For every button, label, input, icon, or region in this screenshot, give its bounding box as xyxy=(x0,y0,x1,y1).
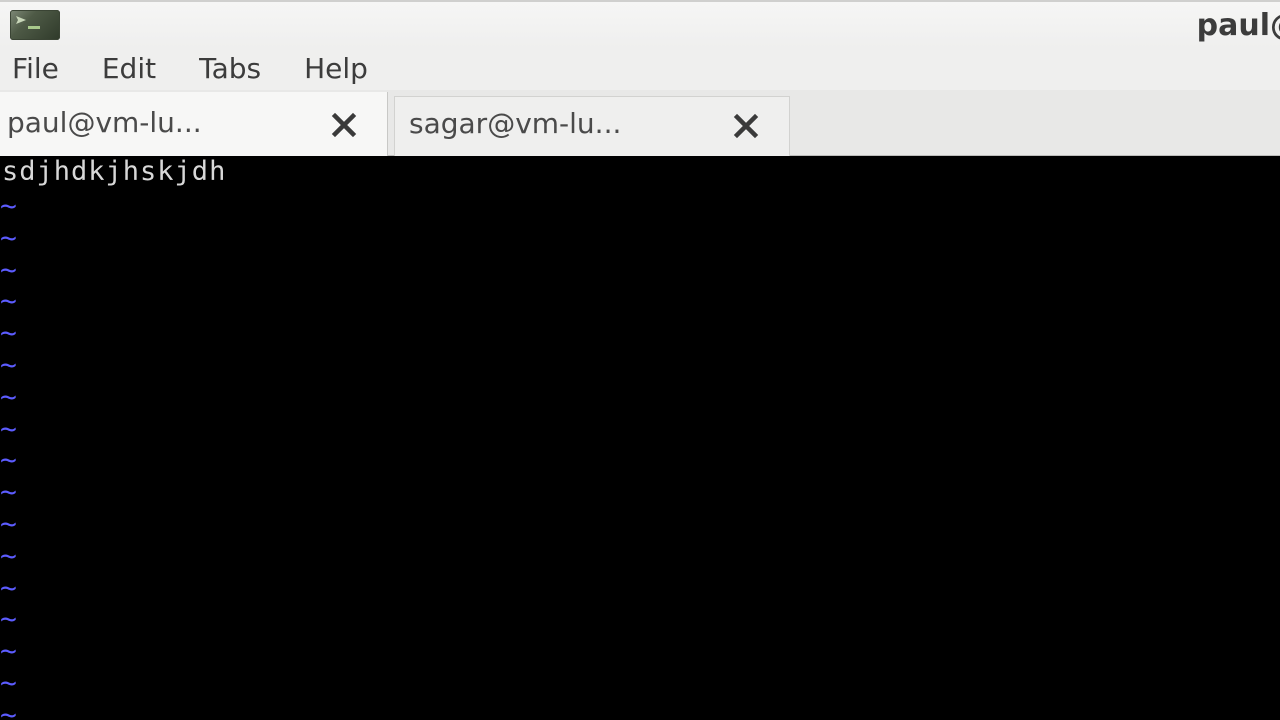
empty-line-marker: ~ xyxy=(0,666,17,699)
tab-label: paul@vm-lu... xyxy=(7,106,202,139)
empty-line-marker: ~ xyxy=(0,570,17,604)
close-icon[interactable] xyxy=(729,109,763,143)
terminal-app-icon xyxy=(10,10,60,40)
empty-line-marker: ~ xyxy=(0,634,17,668)
terminal-window: paul@ File Edit Tabs Help paul@vm-lu... … xyxy=(0,0,1280,720)
tab-paul[interactable]: paul@vm-lu... xyxy=(0,92,388,156)
empty-line-marker: ~ xyxy=(0,252,17,286)
terminal-content[interactable]: sdjhdkjhskjdh ~ ~ ~ ~ ~ ~ ~ ~ ~ ~ ~ ~ ~ ~ ~ ~ ~ xyxy=(0,156,1280,720)
empty-line-marker: ~ xyxy=(0,475,17,509)
menu-file[interactable]: File xyxy=(12,48,59,90)
menu-edit[interactable]: Edit xyxy=(102,48,156,90)
empty-line-marker: ~ xyxy=(0,379,17,413)
tab-label: sagar@vm-lu... xyxy=(409,107,622,140)
menu-help[interactable]: Help xyxy=(304,48,368,90)
empty-line-marker: ~ xyxy=(0,348,17,381)
empty-line-marker: ~ xyxy=(0,284,17,318)
menu-bar: File Edit Tabs Help xyxy=(0,48,1280,90)
empty-line-marker: ~ xyxy=(0,538,17,572)
empty-line-marker: ~ xyxy=(0,316,17,350)
title-bar[interactable]: paul@ xyxy=(0,0,1280,48)
tab-sagar[interactable]: sagar@vm-lu... xyxy=(394,96,790,156)
empty-line-marker: ~ xyxy=(0,443,17,477)
menu-tabs[interactable]: Tabs xyxy=(199,48,261,90)
tab-bar: paul@vm-lu... sagar@vm-lu... xyxy=(0,90,1280,156)
terminal-line: sdjhdkjhskjdh xyxy=(2,156,227,187)
empty-line-marker: ~ xyxy=(0,189,17,222)
window-title: paul@ xyxy=(1196,8,1280,43)
close-icon[interactable] xyxy=(327,108,361,142)
empty-line-marker: ~ xyxy=(0,697,17,720)
empty-line-marker: ~ xyxy=(0,507,17,540)
empty-line-marker: ~ xyxy=(0,602,17,636)
empty-line-marker: ~ xyxy=(0,411,17,445)
empty-line-marker: ~ xyxy=(0,220,17,254)
